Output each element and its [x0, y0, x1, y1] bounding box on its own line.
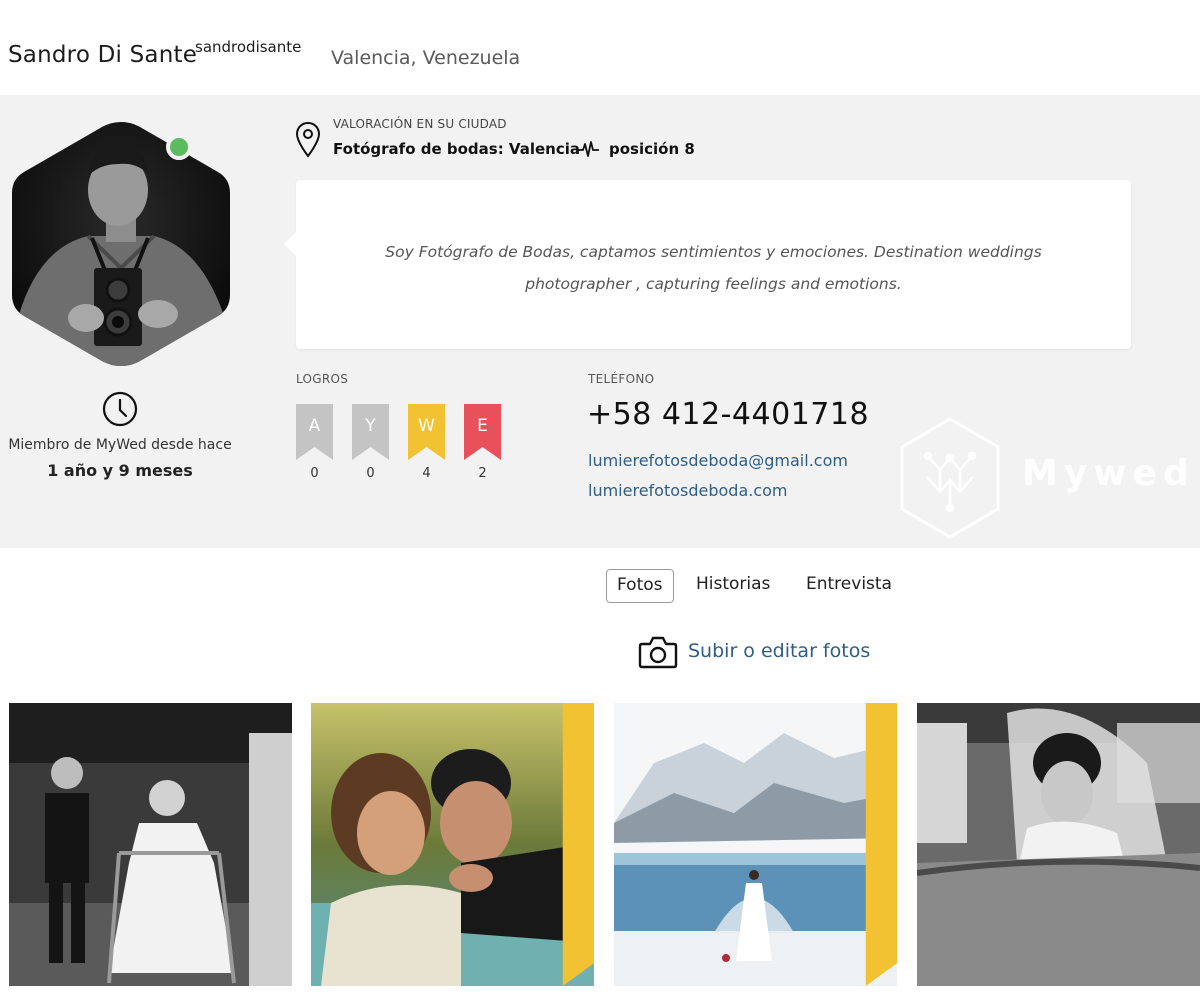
- bio-text: Soy Fotógrafo de Bodas, captamos sentimi…: [385, 243, 1042, 293]
- phone-label: TELÉFONO: [588, 372, 655, 386]
- username: sandrodisante: [195, 38, 302, 56]
- location: Valencia, Venezuela: [331, 47, 521, 69]
- upload-photos-label: Subir o editar fotos: [688, 640, 871, 662]
- ribbon-badge-icon: [1166, 703, 1200, 986]
- badge-count: 0: [310, 466, 319, 481]
- ribbon-badge-icon: [260, 703, 292, 986]
- ribbon-badge-icon: [863, 703, 897, 986]
- photo-thumbnail[interactable]: [614, 703, 897, 986]
- mywed-watermark-text: Mywed: [1022, 453, 1195, 494]
- website-link[interactable]: lumierefotosdeboda.com: [588, 481, 788, 500]
- member-duration: 1 año y 9 meses: [47, 461, 193, 480]
- photographer-name: Sandro Di Sante: [8, 42, 198, 68]
- city-rating-label: VALORACIÓN EN SU CIUDAD: [333, 117, 507, 131]
- tab-fotos[interactable]: Fotos: [606, 569, 674, 603]
- badge-letter: E: [477, 416, 488, 436]
- tab-historias[interactable]: Historias: [686, 569, 780, 603]
- photo-bride-in-car: [917, 703, 1200, 986]
- tab-entrevista[interactable]: Entrevista: [796, 569, 902, 603]
- badge-count: 2: [478, 466, 487, 481]
- badge-letter: A: [308, 416, 321, 436]
- achievements-label: LOGROS: [296, 372, 349, 386]
- online-status-indicator: [166, 134, 192, 160]
- email-link[interactable]: lumierefotosdeboda@gmail.com: [588, 451, 848, 470]
- photo-thumbnail[interactable]: [311, 703, 594, 986]
- profile-tabs: Fotos Historias Entrevista: [0, 568, 1200, 604]
- bio-card-pointer: [284, 232, 296, 256]
- city-rating-position: posición 8: [609, 140, 695, 158]
- badge-count: 0: [366, 466, 375, 481]
- camera-icon: [638, 636, 678, 669]
- badge-count: 4: [422, 466, 431, 481]
- mywed-hex-logo-icon: [900, 417, 1000, 539]
- clock-icon: [102, 391, 138, 427]
- member-since-label: Miembro de MyWed desde hace: [8, 437, 232, 453]
- pulse-icon: [577, 141, 599, 157]
- badge-letter: W: [418, 416, 435, 436]
- location-pin-icon: [295, 121, 321, 158]
- badge-a[interactable]: A 0: [296, 404, 333, 481]
- badge-letter: Y: [365, 416, 376, 436]
- profile-header: Sandro Di Sante sandrodisante Valencia, …: [0, 0, 1200, 95]
- photo-girl-with-walker: [9, 703, 292, 986]
- city-rating-category[interactable]: Fotógrafo de bodas: Valencia: [333, 140, 580, 158]
- ribbon-badge-icon: [560, 703, 594, 986]
- badge-w[interactable]: W 4: [408, 404, 445, 481]
- achievement-badges: A 0 Y 0 W 4 E 2: [296, 404, 536, 484]
- phone-number[interactable]: +58 412-4401718: [587, 397, 869, 432]
- bio-card: Soy Fotógrafo de Bodas, captamos sentimi…: [284, 180, 1131, 349]
- badge-e[interactable]: E 2: [464, 404, 501, 481]
- avatar[interactable]: [8, 118, 234, 370]
- photo-thumbnail[interactable]: [917, 703, 1200, 986]
- badge-y[interactable]: Y 0: [352, 404, 389, 481]
- photo-thumbnail[interactable]: [9, 703, 292, 986]
